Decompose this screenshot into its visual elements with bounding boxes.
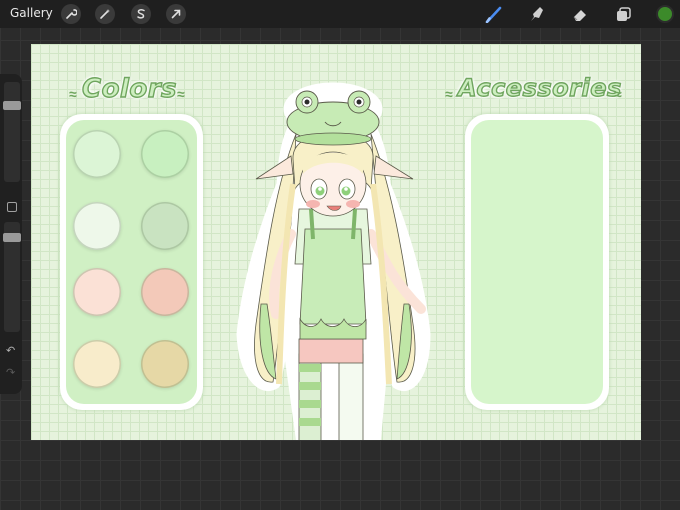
eraser-icon[interactable]: [570, 4, 590, 24]
color-swatch-8[interactable]: [141, 340, 189, 388]
brush-size-slider[interactable]: [4, 82, 20, 182]
smudge-icon[interactable]: [527, 4, 547, 24]
color-swatch-1[interactable]: [73, 130, 121, 178]
top-toolbar: Gallery: [0, 0, 680, 28]
color-swatch-3[interactable]: [73, 202, 121, 250]
left-sidebar: ↶ ↷: [0, 74, 22, 394]
layers-icon[interactable]: [613, 4, 633, 24]
colors-panel: [60, 114, 203, 410]
redo-icon[interactable]: ↷: [6, 366, 15, 379]
active-color-swatch[interactable]: [656, 5, 674, 23]
drawing-canvas[interactable]: ≈ Colors ≈ ≈ Accessories ≈: [31, 44, 641, 440]
magic-wand-icon[interactable]: [95, 4, 115, 24]
color-swatch-7[interactable]: [73, 340, 121, 388]
opacity-handle[interactable]: [3, 233, 21, 242]
undo-icon[interactable]: ↶: [6, 344, 15, 357]
modify-button[interactable]: [7, 202, 17, 212]
transform-arrow-icon[interactable]: [166, 4, 186, 24]
color-swatch-2[interactable]: [141, 130, 189, 178]
selection-s-icon[interactable]: [131, 4, 151, 24]
title-sparkle-icon: ≈: [614, 86, 622, 102]
accessories-panel: [465, 114, 609, 410]
color-swatch-5[interactable]: [73, 268, 121, 316]
colors-title: Colors: [81, 73, 178, 104]
brush-size-handle[interactable]: [3, 101, 21, 110]
accessories-title: Accessories: [457, 73, 622, 102]
title-sparkle-icon: ≈: [69, 86, 77, 102]
title-sparkle-icon: ≈: [177, 86, 185, 102]
color-swatch-4[interactable]: [141, 202, 189, 250]
color-swatch-6[interactable]: [141, 268, 189, 316]
gallery-button[interactable]: Gallery: [10, 6, 53, 20]
wrench-icon[interactable]: [61, 4, 81, 24]
brush-icon[interactable]: [484, 4, 504, 24]
accessories-panel-fill: [471, 120, 603, 404]
character-illustration: [236, 82, 431, 440]
